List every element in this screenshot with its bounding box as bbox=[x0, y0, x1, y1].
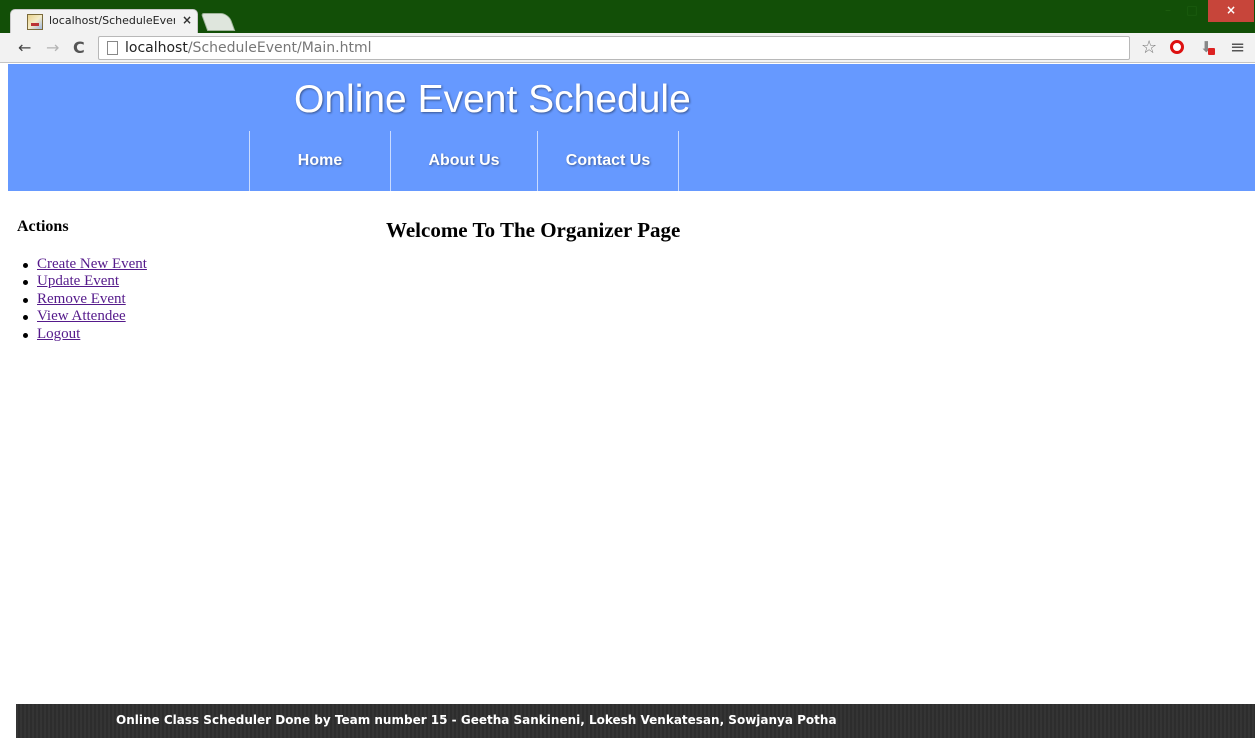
tab-title: localhost/ScheduleEvent/I bbox=[49, 14, 175, 27]
nav-about-us[interactable]: About Us bbox=[390, 131, 537, 191]
nav-contact-us[interactable]: Contact Us bbox=[537, 131, 679, 191]
list-item: Logout bbox=[23, 326, 337, 343]
window-close-button[interactable]: × bbox=[1208, 0, 1254, 22]
window-maximize-button[interactable]: □ bbox=[1180, 0, 1204, 22]
tab-close-icon[interactable]: × bbox=[182, 13, 192, 27]
window-minimize-button[interactable]: – bbox=[1156, 0, 1180, 22]
browser-tab[interactable]: localhost/ScheduleEvent/I × bbox=[10, 9, 198, 33]
create-new-event-link[interactable]: Create New Event bbox=[37, 256, 147, 272]
sidebar-heading: Actions bbox=[17, 218, 69, 235]
browser-menu-icon[interactable]: ≡ bbox=[1230, 37, 1245, 58]
logout-link[interactable]: Logout bbox=[37, 326, 80, 342]
update-event-link[interactable]: Update Event bbox=[37, 273, 119, 289]
browser-titlebar: localhost/ScheduleEvent/I × – □ × bbox=[0, 0, 1255, 33]
url-path: /ScheduleEvent/Main.html bbox=[187, 40, 372, 56]
site-footer: Online Class Scheduler Done by Team numb… bbox=[16, 704, 1255, 738]
forward-arrow-icon[interactable]: → bbox=[46, 38, 59, 57]
address-bar[interactable]: localhost/ScheduleEvent/Main.html bbox=[98, 36, 1130, 60]
back-arrow-icon[interactable]: ← bbox=[18, 38, 31, 57]
extension-opera-icon[interactable] bbox=[1170, 40, 1184, 54]
browser-toolbar: ← → C localhost/ScheduleEvent/Main.html … bbox=[0, 33, 1255, 63]
remove-event-link[interactable]: Remove Event bbox=[37, 291, 126, 307]
site-header: Online Event Schedule Home About Us Cont… bbox=[8, 64, 1255, 191]
list-item: Update Event bbox=[23, 273, 337, 290]
nav-home[interactable]: Home bbox=[249, 131, 390, 191]
reload-icon[interactable]: C bbox=[73, 38, 85, 57]
main-content: Welcome To The Organizer Page bbox=[386, 218, 1246, 243]
list-item: View Attendee bbox=[23, 308, 337, 325]
favicon-icon bbox=[27, 14, 43, 30]
site-title: Online Event Schedule bbox=[294, 78, 691, 121]
url-text[interactable]: localhost/ScheduleEvent/Main.html bbox=[125, 40, 371, 56]
actions-sidebar: Actions Create New Event Update Event Re… bbox=[17, 218, 337, 343]
list-item: Create New Event bbox=[23, 256, 337, 273]
page-title: Welcome To The Organizer Page bbox=[386, 218, 681, 242]
footer-text: Online Class Scheduler Done by Team numb… bbox=[116, 713, 837, 727]
main-nav: Home About Us Contact Us bbox=[249, 131, 679, 191]
extension-download-icon[interactable]: ⬇ bbox=[1200, 38, 1215, 56]
url-host: localhost bbox=[125, 40, 188, 56]
bookmark-star-icon[interactable]: ☆ bbox=[1141, 37, 1157, 58]
page-icon bbox=[107, 41, 118, 55]
new-tab-button[interactable] bbox=[200, 13, 236, 31]
list-item: Remove Event bbox=[23, 291, 337, 308]
view-attendee-link[interactable]: View Attendee bbox=[37, 308, 126, 324]
actions-list: Create New Event Update Event Remove Eve… bbox=[23, 256, 337, 343]
